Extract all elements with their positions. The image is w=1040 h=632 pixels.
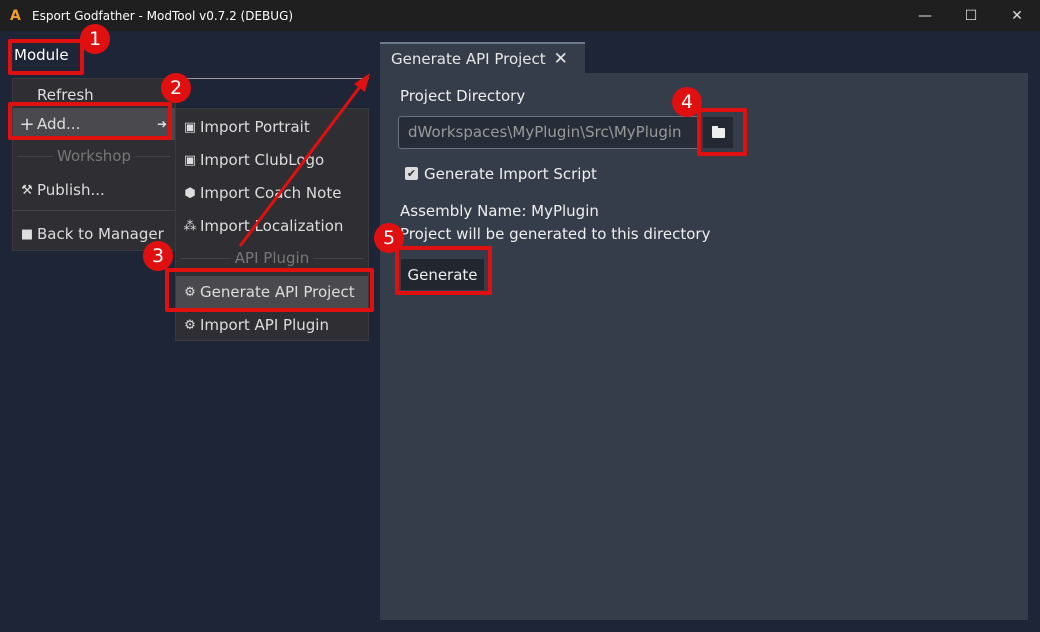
step-badge-2: 2 bbox=[161, 73, 191, 103]
step-badge-5: 5 bbox=[374, 223, 404, 253]
annotation-arrow bbox=[238, 73, 370, 247]
step-badge-3: 3 bbox=[143, 241, 173, 271]
step-badge-4: 4 bbox=[672, 87, 702, 117]
step-badge-1: 1 bbox=[80, 24, 110, 54]
